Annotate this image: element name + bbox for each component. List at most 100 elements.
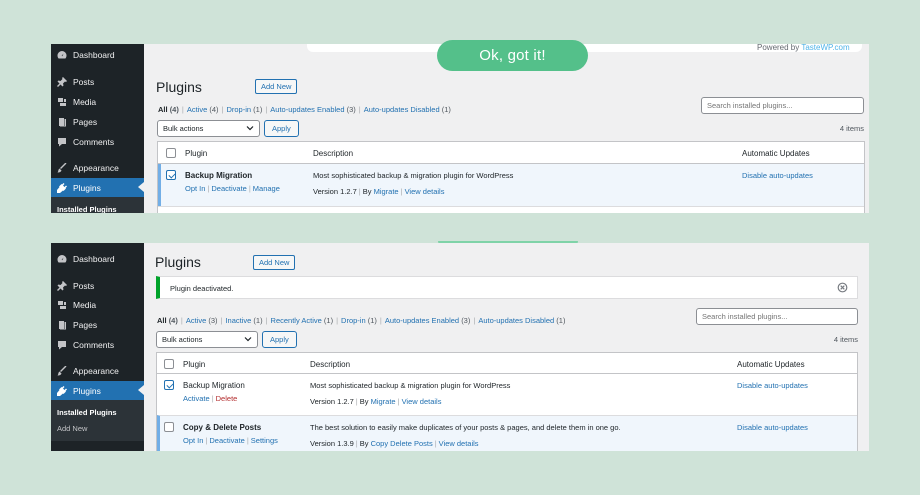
view-details-link[interactable]: View details <box>405 187 445 196</box>
activate-link[interactable]: Activate <box>183 394 210 403</box>
bulk-actions-select[interactable]: Bulk actions <box>156 331 258 348</box>
bulk-actions-select[interactable]: Bulk actions <box>157 120 260 137</box>
sidebar-item-plugins[interactable]: Plugins <box>51 178 144 197</box>
disable-auto-updates-link[interactable]: Disable auto-updates <box>742 171 813 180</box>
admin-sidebar: Dashboard Posts Media Pages Comments App… <box>51 44 144 213</box>
add-new-button[interactable]: Add New <box>253 255 296 270</box>
column-plugin: Plugin <box>185 149 208 158</box>
row-checkbox[interactable] <box>164 380 174 390</box>
disable-auto-updates-link[interactable]: Disable auto-updates <box>737 423 808 432</box>
sidebar-item-comments[interactable]: Comments <box>51 335 144 354</box>
sidebar-item-pages[interactable]: Pages <box>51 112 144 131</box>
sidebar-item-appearance[interactable]: Appearance <box>51 361 144 380</box>
select-all-checkbox[interactable] <box>164 359 174 369</box>
sidebar-item-posts[interactable]: Posts <box>51 276 144 295</box>
sidebar-item-label: Posts <box>73 76 95 87</box>
filter-inactive[interactable]: Inactive (1) <box>225 316 262 325</box>
sidebar-item-dashboard[interactable]: Dashboard <box>51 249 144 268</box>
search-plugins-input[interactable] <box>701 97 864 114</box>
sidebar-item-plugins[interactable]: Plugins <box>51 381 144 400</box>
author-link[interactable]: Copy Delete Posts <box>371 439 433 448</box>
sidebar-item-label: Comments <box>73 339 115 350</box>
items-count: 4 items <box>833 335 858 344</box>
select-all-checkbox[interactable] <box>166 148 176 158</box>
apply-button[interactable]: Apply <box>264 120 299 137</box>
search-plugins-input[interactable] <box>696 308 858 325</box>
filter-active[interactable]: Active (4) <box>187 105 219 114</box>
pin-icon <box>57 280 67 291</box>
plugins-table: Plugin Description Automatic Updates Bac… <box>156 352 858 451</box>
filter-recently-active[interactable]: Recently Active (1) <box>271 316 334 325</box>
filter-dropin[interactable]: Drop-in (1) <box>226 105 262 114</box>
row-checkbox[interactable] <box>164 422 174 432</box>
row-checkbox[interactable] <box>166 170 176 180</box>
filter-all[interactable]: All (4) <box>157 316 178 325</box>
sidebar-item-posts[interactable]: Posts <box>51 72 144 91</box>
tastewp-link[interactable]: TasteWP.com <box>801 43 849 52</box>
comment-icon <box>57 137 67 147</box>
sidebar-item-label: Pages <box>73 116 98 127</box>
opt-in-link[interactable]: Opt In <box>183 436 203 445</box>
column-auto-updates[interactable]: Automatic Updates <box>742 149 810 158</box>
filter-all[interactable]: All (4) <box>158 105 179 114</box>
sidebar-item-label: Dashboard <box>73 49 115 60</box>
sidebar-item-label: Media <box>73 96 97 107</box>
filter-auto-disabled[interactable]: Auto-updates Disabled (1) <box>364 105 451 114</box>
sidebar-item-comments[interactable]: Comments <box>51 132 144 151</box>
deactivate-link[interactable]: Deactivate <box>209 436 244 445</box>
plugin-version-line: Version 1.2.7 | By Migrate | View details <box>313 187 445 196</box>
sidebar-submenu: Installed Plugins <box>51 197 144 213</box>
plugin-description: Most sophisticated backup & migration pl… <box>313 171 514 180</box>
sidebar-item-label: Comments <box>73 136 115 147</box>
sidebar-item-label: Dashboard <box>73 253 115 264</box>
opt-in-link[interactable]: Opt In <box>185 184 205 193</box>
sidebar-item-label: Plugins <box>73 182 101 193</box>
sidebar-item-media[interactable]: Media <box>51 295 144 314</box>
apply-button[interactable]: Apply <box>262 331 297 348</box>
sidebar-item-media[interactable]: Media <box>51 92 144 111</box>
filter-auto-enabled[interactable]: Auto-updates Enabled (3) <box>270 105 356 114</box>
ok-got-it-button[interactable]: Ok, got it! <box>437 40 588 71</box>
sidebar-item-label: Appearance <box>73 162 119 173</box>
plugin-status-filters: All (4) | Active (4) | Drop-in (1) | Auto-upda… <box>158 105 451 114</box>
settings-link[interactable]: Settings <box>251 436 278 445</box>
delete-link[interactable]: Delete <box>216 394 238 403</box>
column-auto-updates[interactable]: Automatic Updates <box>737 360 805 369</box>
table-header: Plugin Description Automatic Updates <box>157 353 857 374</box>
add-new-button[interactable]: Add New <box>255 79 298 94</box>
filter-auto-enabled[interactable]: Auto-updates Enabled (3) <box>385 316 471 325</box>
powered-by: Powered by TasteWP.com <box>757 43 850 52</box>
sidebar-item-label: Posts <box>73 280 95 291</box>
admin-sidebar: Dashboard Posts Media Pages Comments App… <box>51 243 144 451</box>
submenu-installed-plugins[interactable]: Installed Plugins <box>57 205 117 213</box>
filter-auto-disabled[interactable]: Auto-updates Disabled (1) <box>478 316 565 325</box>
filter-active[interactable]: Active (3) <box>186 316 218 325</box>
pin-icon <box>57 76 67 87</box>
deactivate-link[interactable]: Deactivate <box>211 184 246 193</box>
dashboard-icon <box>57 50 67 60</box>
submenu-add-new[interactable]: Add New <box>57 424 87 433</box>
sidebar-item-label: Pages <box>73 319 98 330</box>
author-link[interactable]: Migrate <box>371 397 396 406</box>
submenu-installed-plugins[interactable]: Installed Plugins <box>57 408 117 417</box>
plug-icon <box>57 182 67 193</box>
manage-link[interactable]: Manage <box>253 184 280 193</box>
plugins-table: Plugin Description Automatic Updates Bac… <box>157 141 865 213</box>
pages-icon <box>57 320 67 330</box>
sidebar-item-pages[interactable]: Pages <box>51 315 144 334</box>
filter-dropin[interactable]: Drop-in (1) <box>341 316 377 325</box>
view-details-link[interactable]: View details <box>439 439 479 448</box>
plugin-name: Copy & Delete Posts <box>183 423 262 432</box>
sidebar-item-appearance[interactable]: Appearance <box>51 158 144 177</box>
dismiss-icon[interactable] <box>837 282 848 293</box>
row-actions: Opt In | Deactivate | Settings <box>183 436 278 445</box>
plugin-version-line: Version 1.2.7 | By Migrate | View details <box>310 397 442 406</box>
disable-auto-updates-link[interactable]: Disable auto-updates <box>737 381 808 390</box>
view-details-link[interactable]: View details <box>402 397 442 406</box>
comment-icon <box>57 340 67 350</box>
row-actions: Opt In | Deactivate | Manage <box>185 184 280 193</box>
plugin-description: The best solution to easily make duplica… <box>310 423 621 432</box>
page-title: Plugins <box>155 254 201 270</box>
sidebar-item-dashboard[interactable]: Dashboard <box>51 45 144 64</box>
author-link[interactable]: Migrate <box>374 187 399 196</box>
